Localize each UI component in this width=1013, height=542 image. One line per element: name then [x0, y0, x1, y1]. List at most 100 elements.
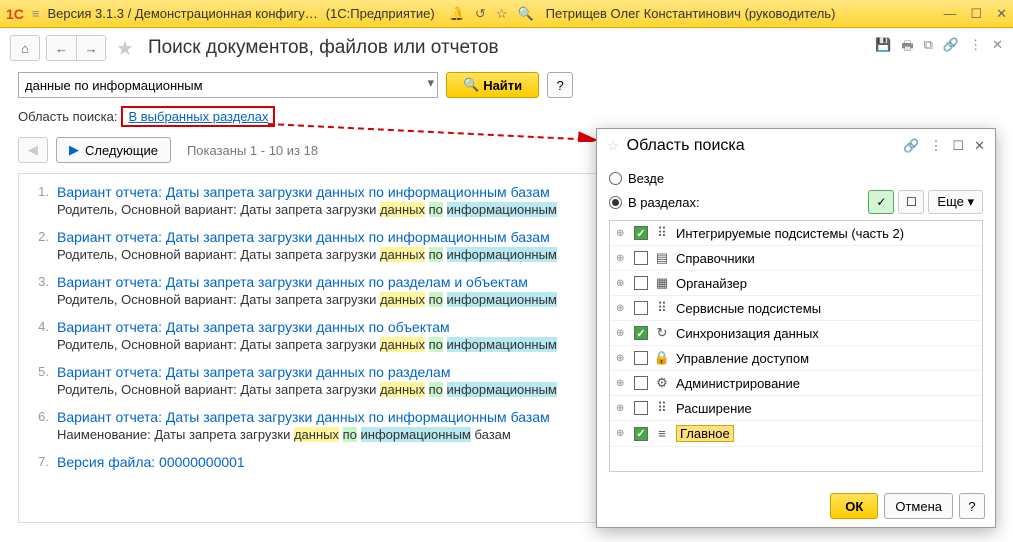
popup-more-icon[interactable]: ⋮	[929, 138, 942, 154]
results-count: Показаны 1 - 10 из 18	[187, 143, 318, 158]
back-button[interactable]: ←	[46, 35, 76, 61]
radio-icon	[609, 172, 622, 185]
app-version: Версия 3.1.3 / Демонстрационная конфигу…	[48, 6, 318, 21]
prev-page-button[interactable]: ◀	[18, 137, 48, 163]
tree-row[interactable]: ⊕ 🔒 Управление доступом	[610, 346, 982, 371]
expand-icon[interactable]: ⊕	[616, 378, 628, 389]
maximize-icon[interactable]: ☐	[970, 6, 982, 22]
scope-link[interactable]: В выбранных разделах	[128, 109, 268, 124]
expand-icon[interactable]: ⊕	[616, 428, 628, 439]
searchbar: ▾ 🔍 Найти ?	[0, 68, 1013, 102]
popup-star-icon[interactable]: ☆	[607, 138, 619, 154]
section-icon: ⠿	[654, 300, 670, 316]
search-icon[interactable]: 🔍	[517, 6, 533, 22]
section-icon: ▤	[654, 250, 670, 266]
popup-title: Область поиска	[627, 137, 896, 155]
link-icon[interactable]: 🔗	[943, 37, 959, 59]
checkbox[interactable]: ✓	[634, 326, 648, 340]
result-number: 5.	[33, 364, 49, 397]
forward-button[interactable]: →	[76, 35, 106, 61]
tree-row[interactable]: ⊕ ✓ ↻ Синхронизация данных	[610, 321, 982, 346]
print-icon[interactable]: 🖶	[901, 37, 913, 59]
history-icon[interactable]: ↺	[475, 6, 486, 22]
result-number: 2.	[33, 229, 49, 262]
next-label: Следующие	[85, 143, 158, 158]
tree-label: Справочники	[676, 251, 755, 266]
find-button[interactable]: 🔍 Найти	[446, 72, 539, 98]
tree-label: Синхронизация данных	[676, 326, 819, 341]
radio-sections[interactable]: В разделах:	[609, 191, 700, 214]
bell-icon[interactable]: 🔔	[449, 6, 465, 22]
scope-popup: ☆ Область поиска 🔗 ⋮ ☐ ✕ Везде В раздела…	[596, 128, 996, 528]
minimize-icon[interactable]: —	[943, 6, 956, 22]
search-input[interactable]	[18, 72, 438, 98]
checkbox[interactable]	[634, 351, 648, 365]
favorite-star-icon[interactable]: ★	[116, 36, 134, 61]
radio-everywhere[interactable]: Везде	[609, 167, 983, 190]
result-number: 7.	[33, 454, 49, 470]
home-button[interactable]: ⌂	[10, 35, 40, 61]
tree-row[interactable]: ⊕ ✓ ≡ Главное	[610, 421, 982, 447]
menu-icon[interactable]: ≡	[32, 6, 40, 21]
result-number: 6.	[33, 409, 49, 442]
radio-label: Везде	[628, 171, 664, 186]
checkbox[interactable]: ✓	[634, 226, 648, 240]
popup-close-icon[interactable]: ✕	[974, 138, 985, 154]
checkbox[interactable]: ✓	[634, 427, 648, 441]
section-icon: ≡	[654, 426, 670, 441]
checkbox[interactable]	[634, 301, 648, 315]
tree-label: Главное	[676, 425, 734, 442]
tree-label: Сервисные подсистемы	[676, 301, 821, 316]
expand-icon[interactable]: ⊕	[616, 303, 628, 314]
popup-maximize-icon[interactable]: ☐	[952, 138, 964, 154]
close-icon[interactable]: ✕	[996, 6, 1007, 22]
tree-row[interactable]: ⊕✓⠿Интегрируемые подсистемы (часть 2)	[610, 221, 982, 246]
check-all-button[interactable]: ✓	[868, 190, 894, 214]
toolbar: ⌂ ← → ★ Поиск документов, файлов или отч…	[0, 28, 1013, 68]
tree-row[interactable]: ⊕⠿Расширение	[610, 396, 982, 421]
tree-label: Администрирование	[676, 376, 800, 391]
result-number: 1.	[33, 184, 49, 217]
checkbox[interactable]	[634, 251, 648, 265]
ok-button[interactable]: ОК	[830, 493, 878, 519]
expand-icon[interactable]: ⊕	[616, 328, 628, 339]
expand-icon[interactable]: ⊕	[616, 228, 628, 239]
section-icon: ▦	[654, 275, 670, 291]
expand-icon[interactable]: ⊕	[616, 353, 628, 364]
find-label: Найти	[483, 78, 522, 93]
star-icon[interactable]: ☆	[496, 6, 508, 22]
help-button[interactable]: ?	[547, 72, 573, 98]
more-button[interactable]: Еще ▾	[928, 190, 983, 214]
copy-icon[interactable]: ⧉	[924, 37, 933, 59]
uncheck-all-button[interactable]: ☐	[898, 190, 924, 214]
page-title: Поиск документов, файлов или отчетов	[148, 37, 499, 59]
logo-1c: 1C	[6, 6, 24, 22]
tree-row[interactable]: ⊕ ▤ Справочники	[610, 246, 982, 271]
save-icon[interactable]: 💾	[875, 37, 891, 59]
cancel-button[interactable]: Отмена	[884, 493, 953, 519]
popup-header: ☆ Область поиска 🔗 ⋮ ☐ ✕	[597, 129, 995, 163]
result-number: 3.	[33, 274, 49, 307]
tree-label: Расширение	[676, 401, 752, 416]
close-tab-icon[interactable]: ✕	[992, 37, 1003, 59]
popup-link-icon[interactable]: 🔗	[903, 138, 919, 154]
tree-row[interactable]: ⊕⚙Администрирование	[610, 371, 982, 396]
expand-icon[interactable]: ⊕	[616, 278, 628, 289]
section-icon: ⠿	[654, 225, 670, 241]
tree-label: Управление доступом	[676, 351, 809, 366]
tree-row[interactable]: ⊕▦Органайзер	[610, 271, 982, 296]
tree-row[interactable]: ⊕ ⠿ Сервисные подсистемы	[610, 296, 982, 321]
expand-icon[interactable]: ⊕	[616, 403, 628, 414]
popup-help-button[interactable]: ?	[959, 493, 985, 519]
result-number: 4.	[33, 319, 49, 352]
section-icon: ↻	[654, 325, 670, 341]
radio-label: В разделах:	[628, 195, 700, 210]
expand-icon[interactable]: ⊕	[616, 253, 628, 264]
next-page-button[interactable]: ▶ Следующие	[56, 137, 171, 163]
checkbox[interactable]	[634, 401, 648, 415]
more-icon[interactable]: ⋮	[969, 37, 982, 59]
section-icon: 🔒	[654, 350, 670, 366]
user-name: Петрищев Олег Константинович (руководите…	[542, 6, 936, 21]
checkbox[interactable]	[634, 276, 648, 290]
checkbox[interactable]	[634, 376, 648, 390]
